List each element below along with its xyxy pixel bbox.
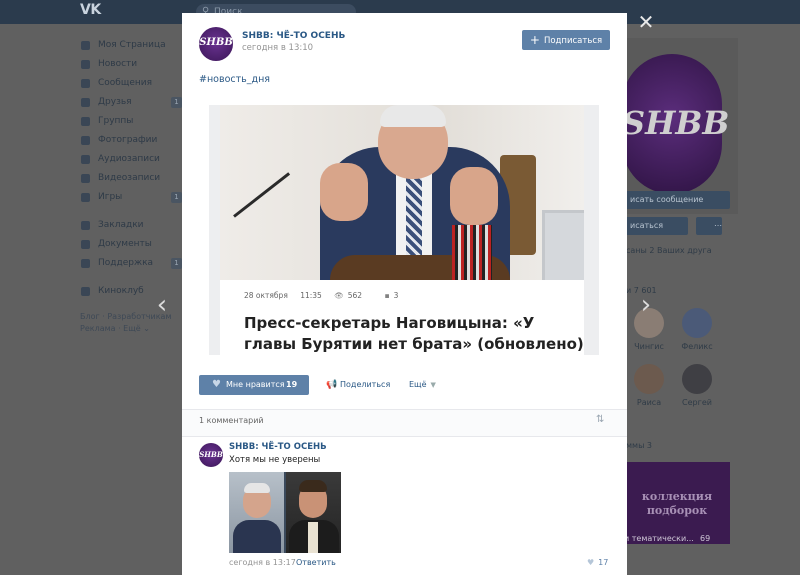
- heart-icon: ♥: [212, 379, 221, 390]
- home-icon: [81, 41, 90, 50]
- article-views: 👁 562: [334, 291, 363, 300]
- reply-button[interactable]: Ответить: [296, 558, 336, 567]
- comment-like-button[interactable]: ♥ 17: [587, 558, 608, 567]
- messages-icon: [81, 79, 90, 88]
- sidebar-item-audio[interactable]: Аудиозаписи: [78, 150, 182, 169]
- sidebar-item-friends[interactable]: Друзья 1: [78, 93, 182, 112]
- send-message-button[interactable]: исать сообщение: [612, 191, 730, 209]
- like-button[interactable]: ♥ Мне нравится 19: [199, 375, 309, 395]
- comment-photo[interactable]: [229, 472, 341, 553]
- sidebar-item-messages[interactable]: Сообщения: [78, 74, 182, 93]
- games-count-badge: 1: [171, 192, 182, 203]
- sidebar-item-video[interactable]: Видеозаписи: [78, 169, 182, 188]
- friend-item[interactable]: Сергей: [680, 364, 714, 407]
- more-button[interactable]: Ещё ▼: [409, 375, 436, 395]
- communities-header[interactable]: ммы 3: [626, 441, 652, 450]
- chevron-down-icon: ▼: [430, 381, 436, 389]
- comment-author[interactable]: SHBB: ЧЁ-ТО ОСЕНЬ: [229, 442, 327, 452]
- heart-icon: ♥: [587, 558, 595, 567]
- avatar: [634, 364, 664, 394]
- bookmarks-icon: [81, 221, 90, 230]
- article-comments: ▪ 3: [384, 291, 399, 300]
- community-logo[interactable]: SHBB: [622, 54, 729, 194]
- mutual-friends-text[interactable]: саны 2 Ваших друга: [626, 246, 712, 255]
- eye-icon: 👁: [334, 291, 344, 300]
- subscribe-button[interactable]: + Подписаться: [522, 30, 610, 50]
- share-button[interactable]: 📢 Поделиться: [326, 375, 390, 395]
- plus-icon: +: [529, 33, 540, 47]
- prev-post-arrow-icon[interactable]: ‹: [152, 290, 172, 320]
- comments-count: 1 комментарий: [199, 416, 264, 425]
- close-icon[interactable]: ✕: [636, 12, 656, 32]
- article-time: 11:35: [300, 291, 322, 300]
- avatar: [682, 308, 712, 338]
- article-title[interactable]: Пресс-секретарь Наговицына: «У главы Бур…: [244, 313, 584, 355]
- article-snippet[interactable]: 28 октября 11:35 👁 562 ▪ 3 Пресс-секретарь…: [209, 105, 599, 355]
- friend-item[interactable]: Феликс: [680, 308, 714, 351]
- nav-divider: [78, 273, 182, 282]
- groups-icon: [81, 117, 90, 126]
- article-meta: 28 октября 11:35 👁 562 ▪ 3: [244, 291, 418, 300]
- support-count-badge: 1: [171, 258, 182, 269]
- friends-count-badge: 1: [171, 97, 182, 108]
- hashtag-link[interactable]: #новость_дня: [199, 74, 270, 85]
- megaphone-icon: 📢: [326, 380, 338, 390]
- news-icon: [81, 60, 90, 69]
- nav-divider: [78, 207, 182, 216]
- friends-icon: [81, 98, 90, 107]
- sidebar-item-my-page[interactable]: Моя Страница: [78, 36, 182, 55]
- sidebar-item-support[interactable]: Поддержка 1: [78, 254, 182, 273]
- article-card[interactable]: 28 октября 11:35 👁 562 ▪ 3 Пресс-секретарь…: [220, 105, 584, 355]
- avatar: [682, 364, 712, 394]
- sidebar-item-groups[interactable]: Группы: [78, 112, 182, 131]
- cinema-icon: [81, 287, 90, 296]
- sidebar-item-news[interactable]: Новости: [78, 55, 182, 74]
- games-icon: [81, 193, 90, 202]
- comment-icon: ▪: [384, 291, 390, 300]
- sidebar-item-bookmarks[interactable]: Закладки: [78, 216, 182, 235]
- divider: [182, 436, 627, 437]
- post-author[interactable]: SHBB: ЧЁ-ТО ОСЕНЬ: [242, 31, 345, 41]
- post-modal: SHBB SHBB: ЧЁ-ТО ОСЕНЬ сегодня в 13:10 +…: [182, 13, 627, 575]
- comment-time[interactable]: сегодня в 13:17: [229, 558, 296, 567]
- sort-icon[interactable]: ⇅: [596, 414, 604, 425]
- community-caption[interactable]: и тематически...: [624, 534, 694, 543]
- post-time[interactable]: сегодня в 13:10: [242, 43, 313, 53]
- avatar[interactable]: SHBB: [199, 27, 233, 61]
- avatar[interactable]: SHBB: [199, 443, 223, 467]
- community-banner[interactable]: коллекция подборок: [624, 462, 730, 544]
- documents-icon: [81, 240, 90, 249]
- community-cover: SHBB: [612, 38, 738, 214]
- post-actions: ♥ Мне нравится 19 📢 Поделиться Ещё ▼: [199, 375, 619, 395]
- article-date: 28 октября: [244, 291, 288, 300]
- comment-text: Хотя мы не уверены: [229, 455, 321, 465]
- vk-logo[interactable]: VK: [80, 2, 101, 18]
- like-count: 19: [286, 380, 298, 389]
- sidebar-item-photos[interactable]: Фотографии: [78, 131, 182, 150]
- more-options-button[interactable]: ⋯: [696, 217, 722, 235]
- audio-icon: [81, 155, 90, 164]
- community-count: 69: [700, 534, 711, 543]
- photos-icon: [81, 136, 90, 145]
- comments-header: 1 комментарий ⇅: [182, 410, 627, 436]
- sidebar-item-documents[interactable]: Документы: [78, 235, 182, 254]
- sidebar-item-games[interactable]: Игры 1: [78, 188, 182, 207]
- next-post-arrow-icon[interactable]: ›: [636, 290, 656, 320]
- footer-links-2[interactable]: Реклама · Ещё ⌄: [80, 323, 182, 335]
- article-photo[interactable]: [220, 105, 584, 280]
- video-icon: [81, 174, 90, 183]
- friend-item[interactable]: Раиса: [632, 364, 666, 407]
- support-icon: [81, 259, 90, 268]
